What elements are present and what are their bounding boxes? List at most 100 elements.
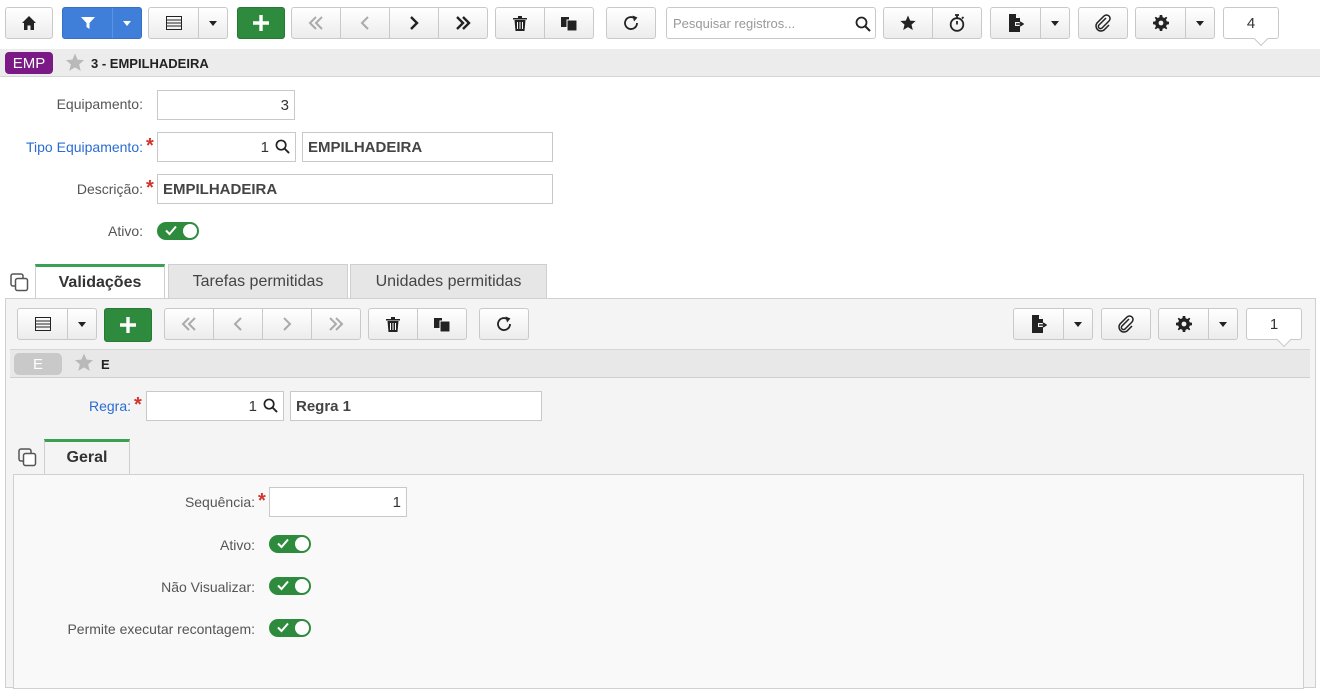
sub-refresh-button[interactable]: [479, 308, 529, 340]
geral-ativo-toggle[interactable]: [269, 535, 311, 553]
copy-icon: [434, 318, 450, 332]
chevron-right-icon: [410, 16, 419, 30]
nao-visualizar-label: Não Visualizar:: [161, 579, 255, 595]
view-button-group[interactable]: [148, 7, 228, 39]
sub-export-group[interactable]: [1013, 308, 1093, 340]
filter-button-group[interactable]: [62, 7, 142, 39]
search-input[interactable]: [667, 8, 847, 38]
nao-visualizar-toggle[interactable]: [269, 577, 311, 595]
geral-ativo-label: Ativo:: [219, 537, 255, 553]
recontagem-toggle[interactable]: [269, 619, 311, 637]
sub-edit-group[interactable]: [368, 308, 467, 340]
tab-tarefas-permitidas[interactable]: Tarefas permitidas: [168, 264, 348, 299]
favorite-star-icon[interactable]: [74, 353, 94, 372]
stopwatch-icon: [949, 14, 965, 32]
paperclip-icon: [1095, 14, 1111, 32]
sub-settings-button[interactable]: [1159, 309, 1209, 339]
required-marker: *: [146, 135, 154, 157]
regra-code: 1: [248, 397, 257, 415]
attachment-button[interactable]: [1078, 7, 1128, 39]
caret-down-icon: [1074, 321, 1082, 327]
refresh-button[interactable]: [606, 7, 656, 39]
equipamento-label: Equipamento:: [56, 96, 143, 112]
timer-button[interactable]: [933, 8, 981, 38]
caret-down-icon: [123, 20, 131, 26]
settings-group[interactable]: [1135, 7, 1215, 39]
tipo-equipamento-label[interactable]: Tipo Equipamento:: [5, 139, 143, 155]
export-group[interactable]: [990, 7, 1070, 39]
required-marker: *: [134, 394, 142, 416]
table-icon: [165, 16, 182, 30]
sub-next-record-button[interactable]: [263, 309, 312, 339]
search-icon[interactable]: [855, 16, 871, 32]
last-record-button[interactable]: [439, 8, 487, 38]
list-view-button[interactable]: [149, 8, 199, 38]
settings-dropdown-button[interactable]: [1186, 8, 1214, 38]
navigation-group[interactable]: [291, 7, 488, 39]
favorite-star-icon[interactable]: [65, 53, 85, 72]
edit-group[interactable]: [495, 7, 594, 39]
sub-copy-button[interactable]: [418, 309, 466, 339]
tab-unidades-permitidas[interactable]: Unidades permitidas: [350, 264, 547, 299]
duplicate-window-icon[interactable]: [18, 448, 37, 467]
search-box[interactable]: [666, 7, 876, 39]
sub-settings-group[interactable]: [1158, 308, 1238, 340]
sub-delete-button[interactable]: [369, 309, 418, 339]
tab-geral[interactable]: Geral: [44, 439, 130, 474]
first-record-button[interactable]: [292, 8, 341, 38]
add-button[interactable]: [237, 7, 285, 39]
sub-add-button[interactable]: [104, 308, 152, 342]
duplicate-window-icon[interactable]: [10, 273, 29, 292]
export-button[interactable]: [991, 8, 1041, 38]
sub-navigation-group[interactable]: [164, 308, 361, 340]
tipo-equipamento-code: 1: [260, 138, 269, 156]
filter-button[interactable]: [63, 8, 113, 38]
sub-view-dropdown-button[interactable]: [68, 309, 96, 339]
module-badge: EMP: [5, 52, 53, 74]
search-icon[interactable]: [275, 139, 290, 154]
record-counter: 4: [1223, 7, 1279, 39]
sub-export-dropdown-button[interactable]: [1064, 309, 1092, 339]
search-icon[interactable]: [263, 398, 278, 413]
equipamento-field[interactable]: 3: [157, 90, 295, 120]
double-chevron-right-icon: [329, 317, 344, 331]
file-export-icon: [1008, 14, 1024, 32]
sub-previous-record-button[interactable]: [214, 309, 263, 339]
view-dropdown-button[interactable]: [199, 8, 227, 38]
chevron-right-icon: [283, 317, 292, 331]
sub-record-counter: 1: [1246, 308, 1302, 340]
sub-list-view-button[interactable]: [18, 309, 68, 339]
record-title: 3 - EMPILHADEIRA: [91, 56, 209, 71]
tipo-equipamento-description-field: EMPILHADEIRA: [302, 132, 553, 162]
ativo-toggle[interactable]: [157, 222, 199, 240]
sub-attachment-button[interactable]: [1101, 308, 1151, 340]
delete-button[interactable]: [496, 8, 545, 38]
copy-button[interactable]: [545, 8, 593, 38]
toggle-knob: [183, 224, 197, 238]
sub-settings-dropdown-button[interactable]: [1209, 309, 1237, 339]
sub-last-record-button[interactable]: [312, 309, 360, 339]
copy-icon: [561, 17, 577, 31]
favorites-group[interactable]: [883, 7, 982, 39]
sequencia-field[interactable]: 1: [269, 487, 407, 517]
next-record-button[interactable]: [390, 8, 439, 38]
tab-validacoes[interactable]: Validações: [35, 264, 165, 299]
regra-label[interactable]: Regra:: [20, 398, 131, 414]
sub-export-button[interactable]: [1014, 309, 1064, 339]
check-icon: [277, 622, 289, 633]
home-button[interactable]: [5, 7, 53, 39]
favorite-button[interactable]: [884, 8, 933, 38]
export-dropdown-button[interactable]: [1041, 8, 1069, 38]
refresh-icon: [497, 316, 511, 331]
descricao-label: Descrição:: [76, 181, 143, 197]
sub-view-button-group[interactable]: [17, 308, 97, 340]
sub-record-header-bar: [10, 349, 1310, 378]
descricao-field[interactable]: EMPILHADEIRA: [157, 174, 553, 204]
filter-dropdown-button[interactable]: [113, 8, 141, 38]
trash-icon: [513, 16, 527, 31]
previous-record-button[interactable]: [341, 8, 390, 38]
required-marker: *: [258, 490, 266, 512]
sub-first-record-button[interactable]: [165, 309, 214, 339]
caret-down-icon: [209, 20, 217, 26]
settings-button[interactable]: [1136, 8, 1186, 38]
